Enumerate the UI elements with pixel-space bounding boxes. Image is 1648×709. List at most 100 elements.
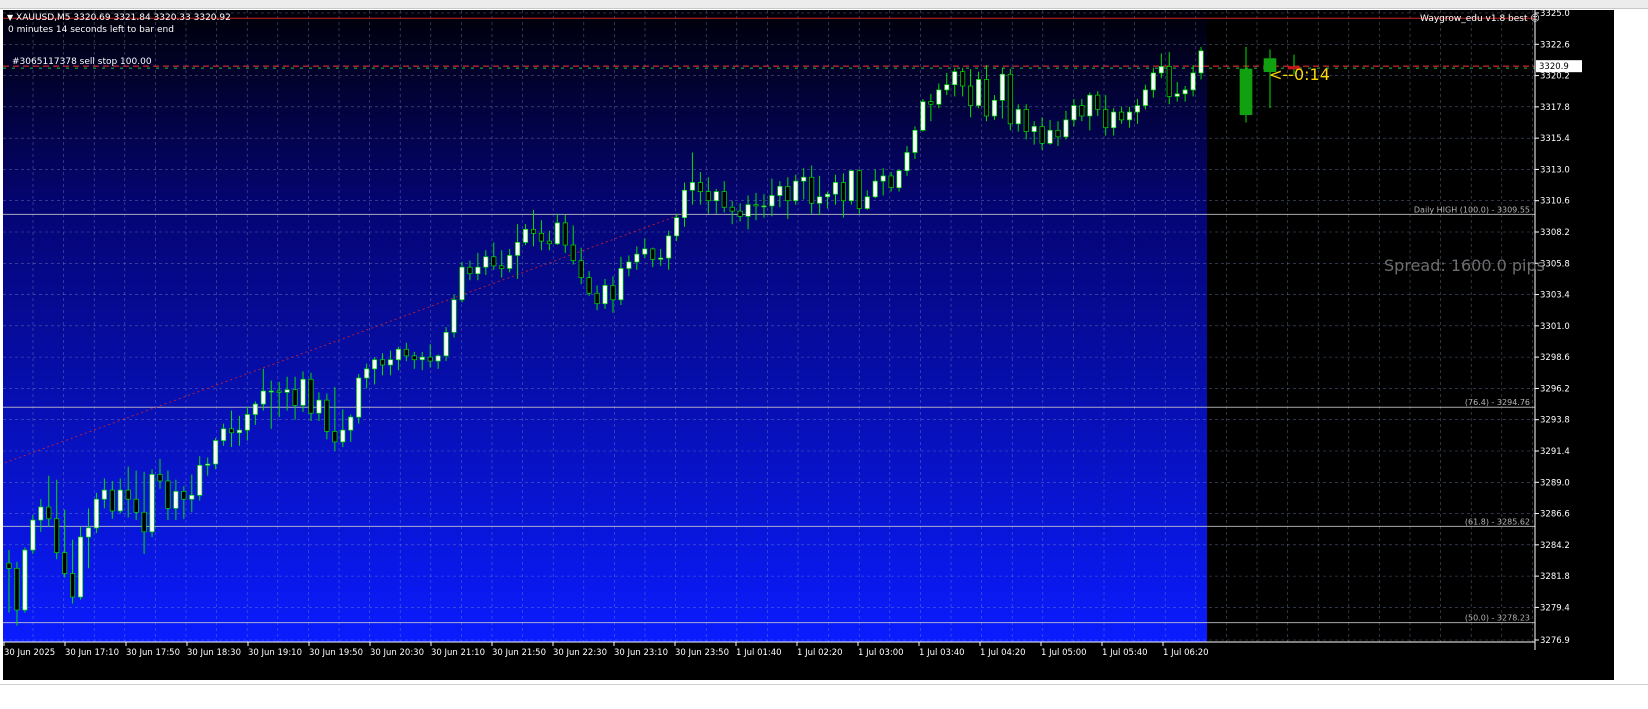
candle-body [499, 265, 505, 269]
price-tick-label: 3308.2 [1540, 228, 1570, 238]
candle-body [976, 79, 982, 106]
candle-body [1198, 50, 1204, 74]
price-tick-label: 3322.6 [1540, 40, 1570, 50]
candle-body [38, 506, 44, 521]
candle-body [1071, 105, 1077, 121]
price-tick-label: 3317.8 [1540, 103, 1570, 113]
candle-body [1158, 66, 1164, 74]
time-tick-label: 1 Jul 04:20 [980, 648, 1026, 658]
fibo-level-label: (76.4) - 3294.76 [1465, 398, 1530, 407]
candle-body [1166, 66, 1172, 97]
candle-body [205, 463, 211, 466]
candle-body [435, 355, 441, 362]
pending-order-label[interactable]: #3065117378 sell stop 100.00 [12, 57, 152, 68]
candle-body [260, 390, 266, 405]
candle-body [721, 191, 727, 208]
spread-text: Spread: 1600.0 pips [1384, 256, 1545, 275]
time-tick-label: 30 Jun 20:30 [370, 648, 424, 658]
candle-body [936, 89, 942, 105]
candle-body [165, 480, 171, 509]
symbol-header-text: XAUUSD,M5 3320.69 3321.84 3320.33 3320.9… [16, 13, 231, 23]
candle-body [705, 191, 711, 202]
candle-body [523, 229, 529, 243]
smiley-icon: ☺ [1530, 14, 1540, 24]
fibo-level-label: (50.0) - 3278.23 [1465, 614, 1530, 623]
candle-body [340, 429, 346, 443]
candle-body [761, 205, 767, 208]
candle-body [197, 464, 203, 496]
candle-body [634, 253, 640, 263]
candle-body [848, 170, 854, 202]
candle-body [1031, 126, 1037, 132]
fibo-level-label: Daily HIGH (100.0) - 3309.55 [1414, 205, 1530, 214]
candle-body [912, 129, 918, 153]
candle-body [1015, 109, 1021, 125]
candle-body [650, 248, 656, 260]
candle-body [713, 191, 719, 202]
time-tick-label: 1 Jul 03:40 [919, 648, 965, 658]
candle-body [1055, 129, 1061, 138]
candle-body [689, 182, 695, 191]
price-chart-svg[interactable]: Daily HIGH (100.0) - 3309.55 (76.4) - 329… [3, 10, 1614, 680]
candle-body [983, 79, 990, 117]
status-strip [0, 684, 1648, 709]
candle-body [546, 240, 552, 245]
candle-body [1103, 109, 1109, 129]
candle-body [475, 266, 481, 275]
price-tick-label: 3289.0 [1540, 478, 1570, 488]
candle-body [1047, 129, 1053, 144]
candle-body [6, 562, 12, 569]
candle-body [817, 196, 823, 204]
time-tick-label: 30 Jun 23:50 [675, 648, 729, 658]
price-tick-label: 3276.9 [1540, 636, 1570, 646]
candle-body [777, 186, 783, 196]
candle-body [1142, 89, 1148, 106]
candle-body [1095, 94, 1101, 110]
candle-body [483, 256, 489, 268]
candle-body [753, 204, 759, 207]
candle-body [149, 474, 155, 533]
price-tick-label: 3313.0 [1540, 165, 1570, 175]
candle-body [356, 377, 362, 418]
bar-countdown: <--0:14 [1269, 65, 1330, 84]
candle-body [292, 389, 298, 406]
candle-body [825, 193, 831, 198]
candle-body [538, 232, 544, 242]
candle-body [213, 440, 219, 465]
candle-body [944, 84, 950, 91]
chart-area[interactable]: Daily HIGH (100.0) - 3309.55 (76.4) - 329… [3, 10, 1614, 680]
time-tick-label: 1 Jul 06:20 [1163, 648, 1209, 658]
candle-body [666, 235, 672, 259]
candle-body [952, 71, 958, 86]
bar-timer-text: 0 minutes 14 seconds left to bar end [8, 25, 174, 35]
candle-body [737, 210, 743, 217]
candle-body [960, 71, 966, 87]
indicator-label: Waygrow_edu v1.8 best ☺ [1420, 14, 1540, 25]
time-tick-label: 30 Jun 2025 [4, 648, 55, 658]
candle-body [928, 101, 934, 105]
candle-body [832, 182, 839, 195]
time-tick-label: 1 Jul 05:00 [1041, 648, 1087, 658]
candle-body [427, 356, 433, 362]
candle-body [856, 170, 862, 209]
collapse-arrow-icon[interactable]: ▼ [7, 13, 13, 22]
candle-body [1126, 111, 1133, 121]
candle-body [54, 518, 60, 554]
candle-body [387, 359, 393, 366]
fibo-level-label: (61.8) - 3285.62 [1465, 517, 1530, 526]
candle-body [570, 244, 576, 262]
candle-body [268, 390, 274, 393]
candle-body [221, 428, 227, 441]
candle-body [1079, 105, 1085, 117]
candle-body [117, 489, 123, 512]
candle-body [507, 255, 513, 269]
candle-body [697, 182, 703, 192]
candle-body [840, 182, 846, 202]
candle-body [308, 378, 314, 414]
candle-body [348, 416, 354, 431]
candle-body [785, 186, 791, 202]
candle-body [745, 204, 751, 217]
candle-body [70, 573, 76, 598]
candle-body [125, 489, 131, 500]
candle-body [30, 519, 36, 551]
